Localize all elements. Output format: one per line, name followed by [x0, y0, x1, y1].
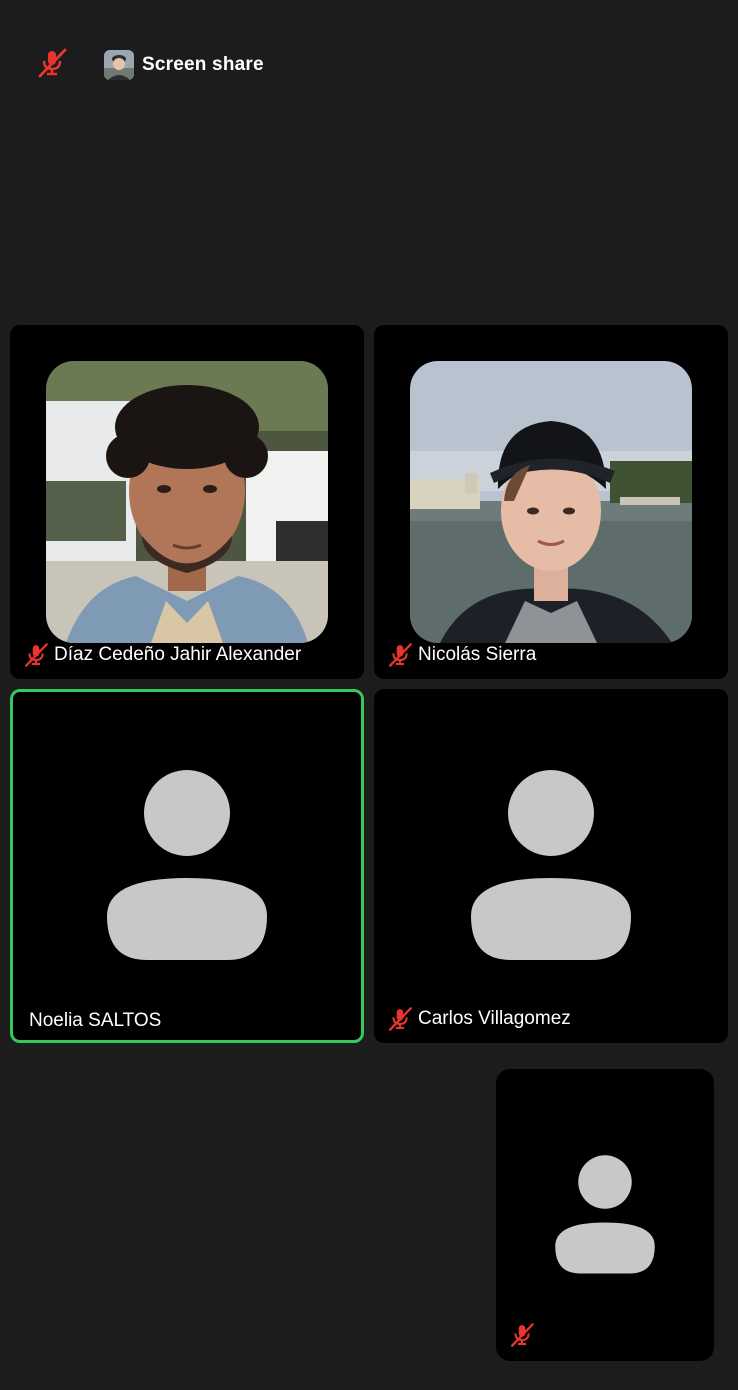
- participant-tile[interactable]: Nicolás Sierra: [374, 325, 728, 679]
- self-view-tile[interactable]: [496, 1069, 714, 1361]
- participant-tile[interactable]: Carlos Villagomez: [374, 689, 728, 1043]
- mic-off-icon: [22, 641, 50, 669]
- participant-name: Carlos Villagomez: [418, 1008, 571, 1029]
- mic-off-button[interactable]: [34, 48, 70, 82]
- mic-off-icon: [386, 641, 414, 669]
- screen-share-label: Screen share: [142, 54, 264, 75]
- participant-name: Noelia SALTOS: [29, 1010, 162, 1031]
- participant-tile[interactable]: Díaz Cedeño Jahir Alexander: [10, 325, 364, 679]
- participant-name: Díaz Cedeño Jahir Alexander: [54, 644, 302, 665]
- participant-video: [410, 361, 692, 643]
- avatar-placeholder-icon: [374, 689, 728, 1043]
- participant-name: Nicolás Sierra: [418, 644, 537, 665]
- mic-off-icon: [35, 48, 69, 83]
- participant-nameplate: Díaz Cedeño Jahir Alexander: [22, 641, 301, 669]
- mic-off-icon: [386, 1005, 414, 1033]
- participant-nameplate: Nicolás Sierra: [386, 641, 536, 669]
- participant-nameplate: Noelia SALTOS: [29, 1010, 161, 1032]
- screen-share-avatar: [104, 50, 134, 80]
- avatar-placeholder-icon: [13, 692, 361, 1040]
- mic-off-icon: [508, 1321, 536, 1349]
- avatar-placeholder-icon: [496, 1069, 714, 1361]
- participant-tile-active-speaker[interactable]: Noelia SALTOS: [10, 689, 364, 1043]
- participant-video: [46, 361, 328, 643]
- screen-share-button[interactable]: Screen share: [104, 48, 264, 82]
- participant-nameplate: Carlos Villagomez: [386, 1005, 571, 1033]
